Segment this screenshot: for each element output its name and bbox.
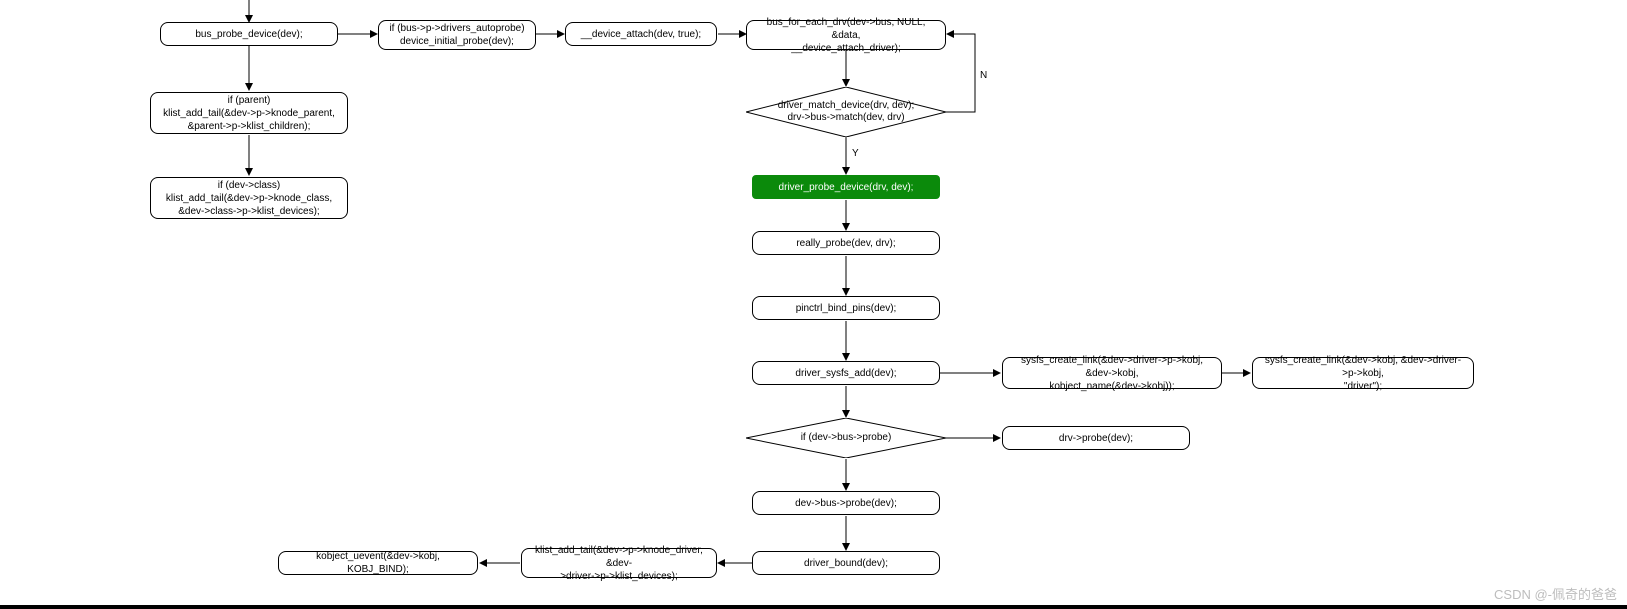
node-label: drv->probe(dev);: [1059, 432, 1133, 445]
edge-label-yes: Y: [852, 148, 859, 159]
decision-bus-probe: if (dev->bus->probe): [746, 418, 946, 458]
decision-label: driver_match_device(drv, dev); drv->bus-…: [778, 100, 915, 124]
node-label: driver_sysfs_add(dev);: [795, 367, 896, 380]
node-klist-add: klist_add_tail(&dev->p->knode_driver, &d…: [521, 548, 717, 578]
node-label: driver_probe_device(drv, dev);: [779, 181, 914, 194]
bottom-border: [0, 605, 1627, 609]
node-label: klist_add_tail(&dev->p->knode_driver, &d…: [530, 544, 708, 583]
node-autoprobe: if (bus->p->drivers_autoprobe) device_in…: [378, 20, 536, 50]
node-label: bus_probe_device(dev);: [195, 28, 302, 41]
node-dev-bus-probe: dev->bus->probe(dev);: [752, 491, 940, 515]
node-label: bus_for_each_drv(dev->bus, NULL, &data, …: [755, 16, 937, 55]
node-sysfs-link1: sysfs_create_link(&dev->driver->p->kobj,…: [1002, 357, 1222, 389]
node-bus-for-each: bus_for_each_drv(dev->bus, NULL, &data, …: [746, 20, 946, 50]
node-if-class: if (dev->class) klist_add_tail(&dev->p->…: [150, 177, 348, 219]
node-sysfs-link2: sysfs_create_link(&dev->kobj, &dev->driv…: [1252, 357, 1474, 389]
node-label: really_probe(dev, drv);: [796, 237, 895, 250]
decision-label: if (dev->bus->probe): [801, 432, 892, 444]
node-label: if (parent) klist_add_tail(&dev->p->knod…: [163, 94, 335, 133]
node-label: if (bus->p->drivers_autoprobe) device_in…: [389, 22, 524, 48]
edge-label-no: N: [980, 70, 987, 81]
node-label: sysfs_create_link(&dev->kobj, &dev->driv…: [1261, 354, 1465, 393]
node-drv-probe: drv->probe(dev);: [1002, 426, 1190, 450]
node-label: __device_attach(dev, true);: [581, 28, 701, 41]
node-device-attach: __device_attach(dev, true);: [565, 22, 717, 46]
node-label: if (dev->class) klist_add_tail(&dev->p->…: [166, 179, 332, 218]
node-driver-probe: driver_probe_device(drv, dev);: [752, 175, 940, 199]
node-label: sysfs_create_link(&dev->driver->p->kobj,…: [1011, 354, 1213, 393]
node-sysfs-add: driver_sysfs_add(dev);: [752, 361, 940, 385]
node-label: kobject_uevent(&dev->kobj, KOBJ_BIND);: [287, 550, 469, 576]
node-label: dev->bus->probe(dev);: [795, 497, 897, 510]
node-kobject-uevent: kobject_uevent(&dev->kobj, KOBJ_BIND);: [278, 551, 478, 575]
node-label: driver_bound(dev);: [804, 557, 888, 570]
decision-driver-match: driver_match_device(drv, dev); drv->bus-…: [746, 87, 946, 137]
node-pinctrl: pinctrl_bind_pins(dev);: [752, 296, 940, 320]
watermark: CSDN @-佩奇的爸爸: [1494, 584, 1617, 603]
node-if-parent: if (parent) klist_add_tail(&dev->p->knod…: [150, 92, 348, 134]
node-driver-bound: driver_bound(dev);: [752, 551, 940, 575]
node-really-probe: really_probe(dev, drv);: [752, 231, 940, 255]
node-bus-probe: bus_probe_device(dev);: [160, 22, 338, 46]
node-label: pinctrl_bind_pins(dev);: [796, 302, 897, 315]
